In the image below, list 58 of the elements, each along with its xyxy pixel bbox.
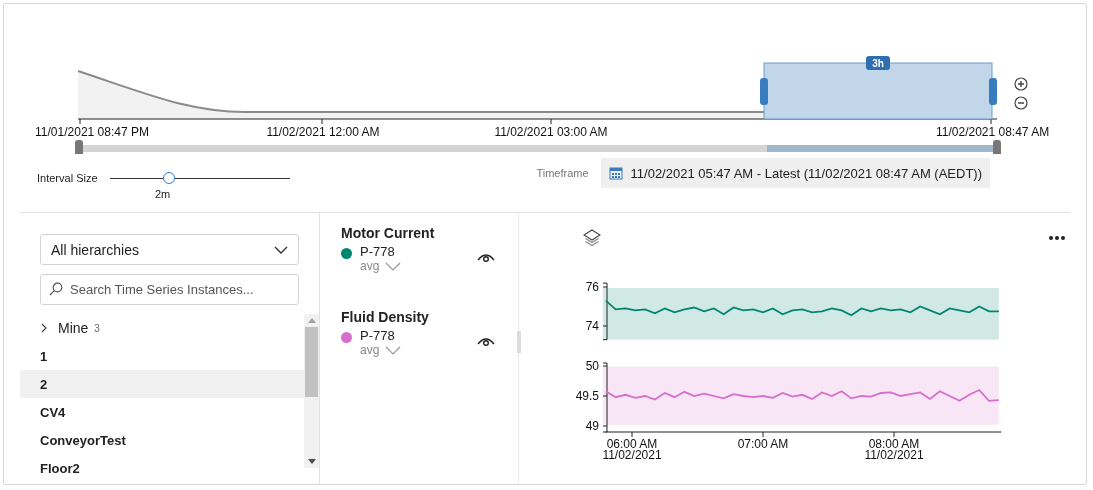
scrollbar[interactable] [304, 314, 319, 468]
chevron-down-icon[interactable] [385, 345, 402, 355]
search-icon [49, 282, 63, 296]
aggregate-dropdown[interactable]: avg [360, 343, 380, 357]
scroll-up-icon[interactable] [307, 318, 316, 323]
series-title: Fluid Density [341, 309, 430, 325]
aggregate-dropdown[interactable]: avg [360, 259, 380, 273]
tree-item[interactable]: Floor2 [20, 454, 304, 482]
duration-badge [866, 56, 890, 70]
calendar-icon [608, 166, 623, 180]
y-tick-label: 74 [585, 319, 599, 333]
instance-name: P-778 [360, 244, 395, 259]
item-count: 3 [94, 322, 100, 334]
folder-name: Mine [58, 320, 89, 336]
axis-label: 11/02/2021 08:47 AM [936, 125, 1050, 139]
hierarchy-dropdown[interactable]: All hierarchies [40, 234, 299, 265]
layers-icon[interactable] [583, 229, 601, 247]
interval-size-label: Interval Size [37, 171, 98, 185]
timeframe-picker[interactable]: 11/02/2021 05:47 AM - Latest (11/02/2021 08:47 AM (AEDT)) [600, 158, 990, 188]
splitter-handle[interactable] [517, 331, 521, 353]
search-field[interactable]: Search Time Series Instances... [40, 274, 299, 305]
instance-name: P-778 [360, 328, 395, 343]
y-tick-label: 76 [585, 280, 599, 294]
scroll-down-icon[interactable] [307, 459, 316, 464]
x-tick-label: 06:00 AM [606, 437, 658, 451]
eye-icon[interactable] [477, 335, 495, 347]
axis-label: 11/02/2021 03:00 AM [494, 125, 608, 139]
x-date-label: 11/02/2021 [602, 448, 662, 462]
zoom-out-icon[interactable] [1014, 96, 1028, 110]
interval-value: 2m [154, 188, 172, 200]
more-options-icon[interactable] [1048, 235, 1066, 241]
y-axis [602, 282, 608, 341]
axis-label: 11/01/2021 08:47 PM [35, 125, 149, 139]
y-axis [602, 362, 608, 433]
series-title: Motor Current [341, 225, 436, 241]
chevron-down-icon [274, 245, 288, 254]
chevron-down-icon[interactable] [385, 261, 402, 271]
y-tick-label: 50 [585, 359, 599, 373]
duration-label: 3h [872, 58, 884, 69]
series-color-dot [341, 331, 352, 343]
range-bar[interactable] [75, 140, 1001, 154]
axis-label: 11/02/2021 12:00 AM [266, 125, 380, 139]
y-tick-label: 49 [585, 419, 599, 433]
tree-item[interactable]: ConveyorTest [20, 426, 304, 454]
x-tick-label: 07:00 AM [737, 437, 789, 451]
tree-item[interactable]: CV4 [20, 398, 304, 426]
y-tick-label: 49.5 [575, 389, 599, 403]
x-tick-label: 08:00 AM [868, 437, 920, 451]
eye-icon[interactable] [477, 251, 495, 263]
series-color-dot [341, 247, 352, 259]
tree-item[interactable]: 2 [20, 370, 304, 398]
timeframe-label: Timeframe [536, 166, 589, 180]
zoom-in-icon[interactable] [1014, 77, 1028, 91]
tree-folder[interactable]: Mine 3 [20, 314, 304, 342]
tree-item[interactable]: 1 [20, 342, 304, 370]
slider-thumb[interactable] [162, 172, 175, 184]
x-date-label: 11/02/2021 [864, 448, 924, 462]
caret-icon [40, 323, 48, 333]
